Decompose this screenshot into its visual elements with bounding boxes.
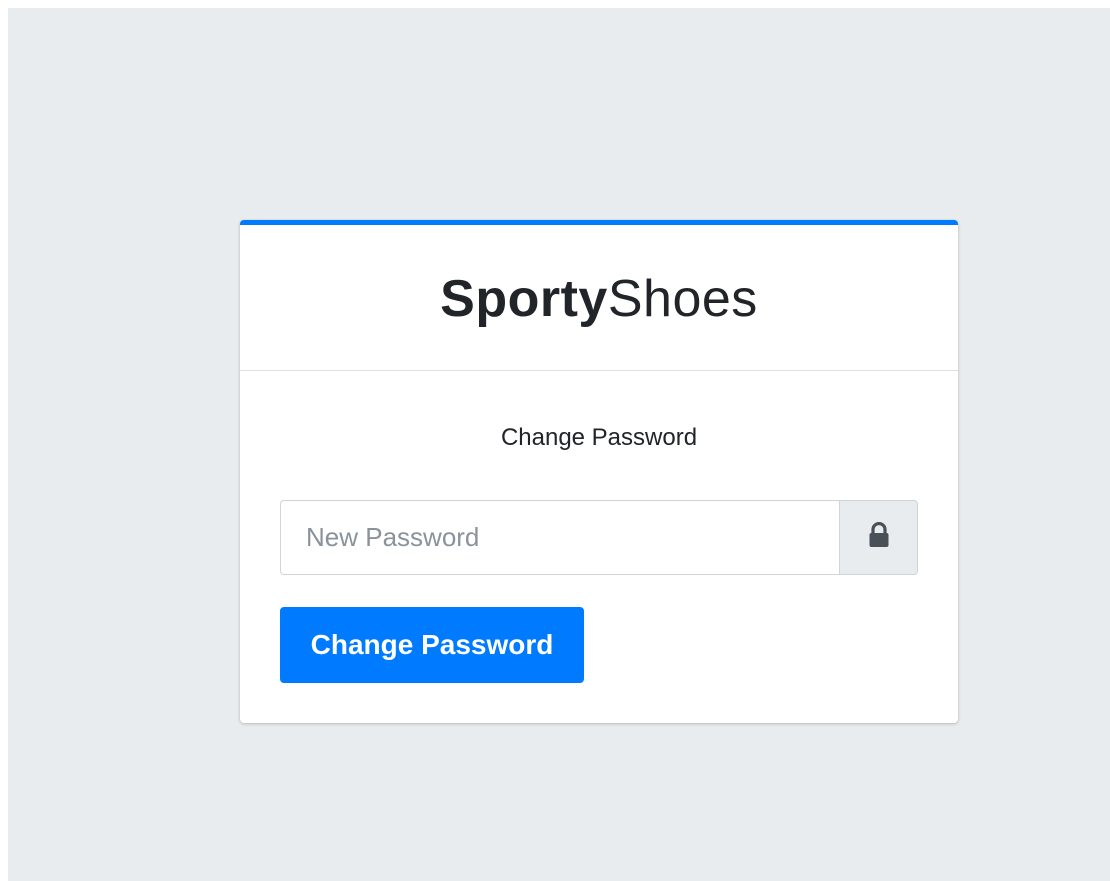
new-password-input[interactable] bbox=[280, 500, 839, 575]
brand-name-bold: Sporty bbox=[440, 269, 608, 328]
page-background: SportyShoes Change Password Change Passw… bbox=[8, 8, 1110, 881]
form-message: Change Password bbox=[500, 424, 698, 451]
password-input-group bbox=[280, 500, 918, 575]
brand-name-light: Shoes bbox=[607, 269, 758, 328]
lock-icon bbox=[868, 521, 890, 553]
input-group-append bbox=[839, 500, 918, 575]
card-header: SportyShoes bbox=[240, 225, 958, 371]
card-body: Change Password Change Password bbox=[240, 371, 958, 683]
change-password-card: SportyShoes Change Password Change Passw… bbox=[240, 220, 958, 723]
brand-logo-link[interactable]: SportyShoes bbox=[440, 273, 758, 325]
change-password-button[interactable]: Change Password bbox=[280, 607, 584, 683]
